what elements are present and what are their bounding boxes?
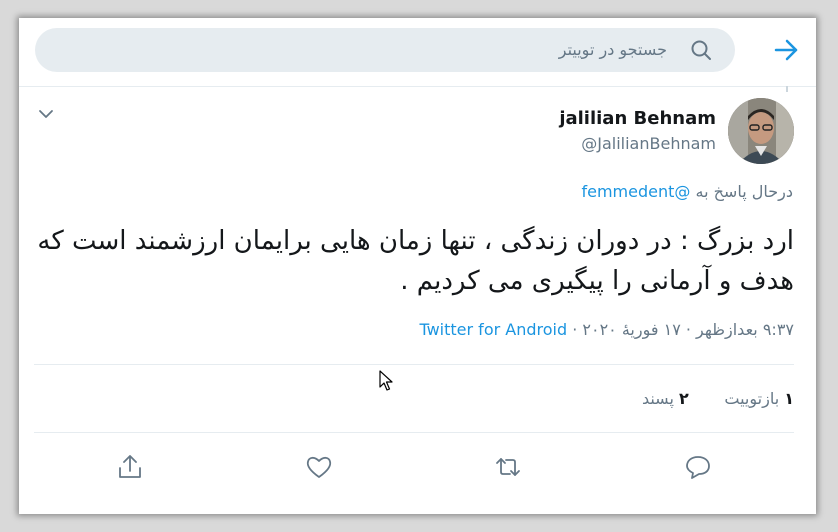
retweets-count: ۱ bbox=[784, 389, 794, 408]
tweet-stats: ۱ بازتوییت ۲ پسند bbox=[642, 389, 794, 408]
reply-prefix: درحال پاسخ به bbox=[695, 182, 793, 201]
display-name[interactable]: jalilian Behnam bbox=[559, 108, 716, 129]
tweet-meta: ۹:۳۷ بعدازظهر · ۱۷ فوریهٔ ۲۰۲۰ · Twitter… bbox=[419, 320, 794, 339]
arrow-right-icon[interactable] bbox=[771, 36, 803, 64]
reply-mention-link[interactable]: @femmedent bbox=[581, 182, 690, 201]
heart-icon[interactable] bbox=[304, 452, 334, 482]
thread-line bbox=[786, 86, 788, 92]
reply-icon[interactable] bbox=[683, 452, 713, 482]
search-box[interactable]: جستجو در توییتر bbox=[35, 28, 735, 72]
tweet-actions bbox=[19, 446, 816, 490]
retweets-label: بازتوییت bbox=[724, 389, 780, 408]
retweet-icon[interactable] bbox=[493, 452, 523, 482]
mouse-cursor-icon bbox=[379, 370, 393, 391]
avatar-image bbox=[728, 98, 794, 164]
divider bbox=[34, 364, 794, 365]
likes-label: پسند bbox=[641, 389, 674, 408]
meta-separator: · bbox=[567, 320, 583, 339]
likes-count: ۲ bbox=[679, 389, 689, 408]
chevron-down-icon[interactable] bbox=[37, 106, 55, 122]
search-icon[interactable] bbox=[689, 38, 713, 62]
source-link[interactable]: Twitter for Android bbox=[419, 320, 567, 339]
tweet-text: ارد بزرگ : در دوران زندگی ، تنها زمان ها… bbox=[37, 226, 794, 296]
user-handle[interactable]: @JalilianBehnam bbox=[581, 134, 716, 153]
tweet-window: جستجو در توییتر jalilian Behnam @Jalilia… bbox=[19, 18, 816, 514]
retweets-stat[interactable]: ۱ بازتوییت bbox=[724, 389, 794, 408]
timestamp-link[interactable]: ۹:۳۷ بعدازظهر · ۱۷ فوریهٔ ۲۰۲۰ bbox=[582, 320, 794, 339]
search-input[interactable]: جستجو در توییتر bbox=[559, 40, 667, 59]
avatar[interactable] bbox=[728, 98, 794, 164]
share-icon[interactable] bbox=[115, 452, 145, 482]
reply-context: درحال پاسخ به @femmedent bbox=[581, 182, 793, 201]
divider bbox=[34, 432, 794, 433]
top-bar: جستجو در توییتر bbox=[19, 18, 816, 87]
likes-stat[interactable]: ۲ پسند bbox=[642, 389, 689, 408]
